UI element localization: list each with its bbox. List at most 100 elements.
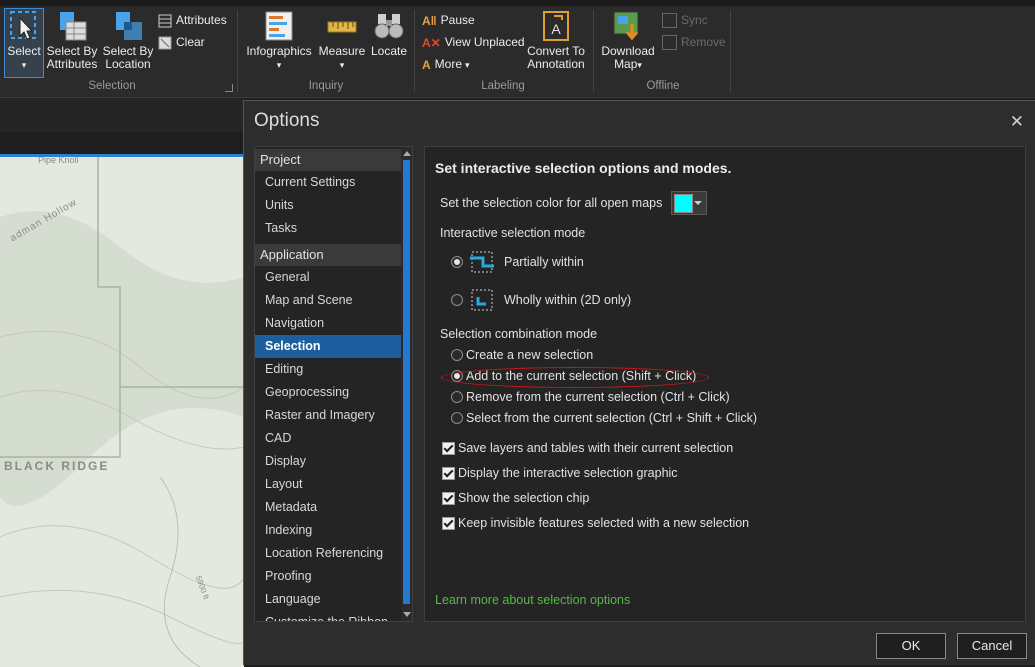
attributes-button[interactable]: Attributes: [158, 11, 227, 29]
pause-label: Pause: [440, 13, 475, 27]
view-unplaced-label: View Unplaced: [444, 35, 525, 49]
nav-item-language[interactable]: Language: [255, 588, 401, 611]
chevron-down-icon: ▾: [276, 60, 282, 70]
select-by-attributes-label-1: Select By: [46, 44, 98, 58]
nav-item-raster-and-imagery[interactable]: Raster and Imagery: [255, 404, 401, 427]
nav-item-editing[interactable]: Editing: [255, 358, 401, 381]
mode-partially-within-radio[interactable]: [451, 256, 463, 268]
mode-wholly-within-label: Wholly within (2D only): [504, 293, 632, 307]
nav-item-layout[interactable]: Layout: [255, 473, 401, 496]
select-button[interactable]: Select ▾: [6, 10, 42, 72]
nav-item-proofing[interactable]: Proofing: [255, 565, 401, 588]
clear-selection-icon: [158, 36, 172, 50]
nav-item-cad[interactable]: CAD: [255, 427, 401, 450]
partially-within-icon: [470, 251, 494, 273]
dialog-launcher-icon[interactable]: [225, 84, 233, 92]
select-by-attributes-button[interactable]: Select By Attributes: [46, 10, 98, 71]
selection-chip-checkbox[interactable]: [442, 492, 455, 505]
nav-item-current-settings[interactable]: Current Settings: [255, 171, 401, 194]
nav-item-location-referencing[interactable]: Location Referencing: [255, 542, 401, 565]
map-label-black-ridge: BLACK RIDGE: [4, 459, 110, 473]
chevron-down-icon: ▾: [21, 60, 27, 70]
measure-button[interactable]: Measure ▾: [318, 10, 366, 72]
select-by-location-button[interactable]: Select By Location: [102, 10, 154, 71]
chevron-down-icon: ▾: [637, 60, 642, 70]
nav-scrollbar[interactable]: [401, 147, 412, 621]
attributes-label: Attributes: [176, 13, 227, 27]
sync-label: Sync: [681, 13, 708, 27]
nav-item-selection[interactable]: Selection: [255, 335, 401, 358]
remove-button[interactable]: Remove: [662, 33, 726, 51]
keep-invisible-label: Keep invisible features selected with a …: [458, 516, 750, 530]
keep-invisible-checkbox[interactable]: [442, 517, 455, 530]
sync-button[interactable]: Sync: [662, 11, 708, 29]
combo-remove-selection-radio[interactable]: [451, 391, 463, 403]
more-label-icon: A: [422, 57, 431, 72]
clear-label: Clear: [176, 35, 205, 49]
nav-item-map-and-scene[interactable]: Map and Scene: [255, 289, 401, 312]
combo-select-from-radio[interactable]: [451, 412, 463, 424]
close-icon[interactable]: ✕: [1010, 112, 1024, 132]
scroll-up-icon[interactable]: [403, 151, 411, 156]
combo-new-selection-radio[interactable]: [451, 349, 463, 361]
download-map-icon: [613, 11, 639, 41]
nav-item-tasks[interactable]: Tasks: [255, 217, 401, 240]
nav-item-general[interactable]: General: [255, 266, 401, 289]
nav-item-geoprocessing[interactable]: Geoprocessing: [255, 381, 401, 404]
nav-item-navigation[interactable]: Navigation: [255, 312, 401, 335]
more-label: More: [434, 57, 463, 71]
select-by-location-label-1: Select By: [102, 44, 154, 58]
combo-new-selection-label: Create a new selection: [466, 348, 594, 362]
save-layers-checkbox[interactable]: [442, 442, 455, 455]
chevron-down-icon: [694, 201, 702, 205]
download-map-button[interactable]: Download Map▾: [598, 10, 658, 72]
ruler-icon: [327, 21, 357, 33]
clear-button[interactable]: Clear: [158, 33, 205, 51]
nav-item-customize-ribbon[interactable]: Customize the Ribbon: [255, 611, 401, 621]
nav-item-units[interactable]: Units: [255, 194, 401, 217]
map-view[interactable]: Pipe Knoll adman Hollow BLACK RIDGE 5900…: [0, 154, 244, 667]
ok-button[interactable]: OK: [876, 633, 946, 659]
selection-color-picker[interactable]: [671, 191, 707, 215]
more-button[interactable]: A More ▾: [422, 55, 470, 73]
nav-item-indexing[interactable]: Indexing: [255, 519, 401, 542]
binoculars-icon: [374, 14, 404, 39]
options-nav: Project Current Settings Units Tasks App…: [254, 146, 413, 622]
scroll-thumb[interactable]: [403, 160, 410, 604]
convert-to-annotation-button[interactable]: A Convert To Annotation: [524, 10, 588, 71]
learn-more-link[interactable]: Learn more about selection options: [435, 593, 630, 607]
combo-select-from-label: Select from the current selection (Ctrl …: [466, 411, 758, 425]
options-dialog: Options ✕ Project Current Settings Units…: [243, 100, 1035, 665]
selection-color-swatch: [674, 194, 693, 213]
download-map-label-1: Download: [601, 44, 655, 58]
save-layers-label: Save layers and tables with their curren…: [458, 441, 734, 455]
group-separator: [414, 10, 415, 92]
view-unplaced-button[interactable]: A✕ View Unplaced: [422, 33, 525, 51]
combination-mode-label: Selection combination mode: [440, 327, 598, 341]
labeling-group-label: Labeling: [481, 80, 525, 92]
group-separator: [730, 10, 731, 92]
display-graphic-checkbox[interactable]: [442, 467, 455, 480]
selection-group-label: Selection: [88, 80, 136, 92]
pause-button[interactable]: A‖ Pause: [422, 11, 475, 29]
select-by-location-label-2: Location: [105, 57, 151, 71]
table-select-icon: [60, 12, 87, 41]
convert-label-2: Annotation: [527, 57, 585, 71]
locate-button[interactable]: Locate: [369, 10, 409, 58]
selection-mode-label: Interactive selection mode: [440, 226, 586, 240]
mode-wholly-within-radio[interactable]: [451, 294, 463, 306]
infographics-label: Infographics: [246, 44, 312, 58]
measure-label: Measure: [318, 44, 366, 58]
nav-item-display[interactable]: Display: [255, 450, 401, 473]
convert-label-1: Convert To: [527, 44, 585, 58]
infographics-button[interactable]: Infographics ▾: [245, 10, 313, 72]
nav-header-application: Application: [255, 244, 401, 266]
ribbon: Select ▾ Select By Attributes Select By …: [0, 0, 1035, 98]
svg-text:A: A: [551, 21, 561, 37]
scroll-down-icon[interactable]: [403, 612, 411, 617]
nav-item-metadata[interactable]: Metadata: [255, 496, 401, 519]
section-heading: Set interactive selection options and mo…: [435, 160, 732, 176]
remove-icon: [662, 35, 677, 51]
cancel-button[interactable]: Cancel: [957, 633, 1027, 659]
pause-label-icon: A‖: [422, 13, 437, 28]
